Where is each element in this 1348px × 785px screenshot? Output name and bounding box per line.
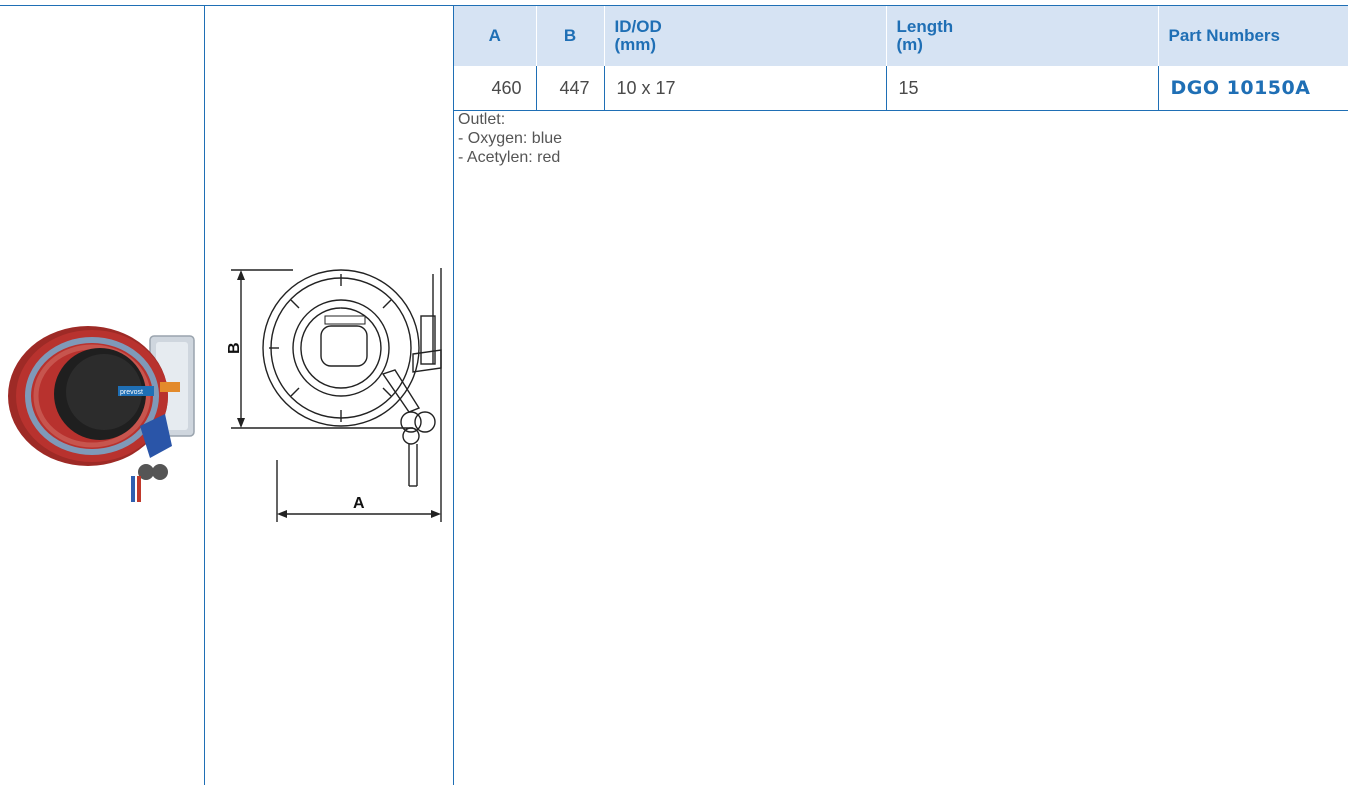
brand-badge-text: prevost <box>120 389 143 396</box>
header-length-line1: Length <box>896 17 954 36</box>
notes-line-oxygen: - Oxygen: blue <box>458 130 563 147</box>
header-b: B <box>535 6 604 66</box>
header-idod-line2: (mm) <box>614 35 657 54</box>
notes-line-acetylen: - Acetylen: red <box>458 149 561 166</box>
header-idod-line1: ID/OD <box>614 17 662 36</box>
header-a: A <box>454 6 536 66</box>
spec-table: A B ID/OD (mm) Length (m) Part Numbers 4… <box>454 6 1348 111</box>
cell-idod: 10 x 17 <box>603 66 886 111</box>
dimension-drawing: B A <box>226 268 442 522</box>
header-idod: ID/OD (mm) <box>603 6 886 66</box>
header-part-numbers: Part Numbers <box>1157 6 1348 66</box>
hose-reel-photo: prevost <box>8 326 195 502</box>
dimension-a-label: A <box>353 495 365 512</box>
header-length: Length (m) <box>885 6 1158 66</box>
header-length-line2: (m) <box>896 35 923 54</box>
table-row: 460 447 10 x 17 15 DGO 10150A <box>454 66 1348 111</box>
column-divider-right <box>453 5 454 785</box>
cell-b: 447 <box>535 66 604 111</box>
outlet-notes: Outlet: - Oxygen: blue - Acetylen: red <box>458 110 562 167</box>
part-number-link[interactable]: DGO 10150A <box>1157 66 1348 111</box>
dimension-b-label: B <box>226 342 243 354</box>
notes-title: Outlet: <box>458 111 506 128</box>
product-photo-column: prevost <box>0 6 204 785</box>
cell-length: 15 <box>885 66 1158 111</box>
technical-drawing-column: B A <box>205 6 453 785</box>
cell-a: 460 <box>454 66 536 111</box>
table-header-row: A B ID/OD (mm) Length (m) Part Numbers <box>454 6 1348 66</box>
